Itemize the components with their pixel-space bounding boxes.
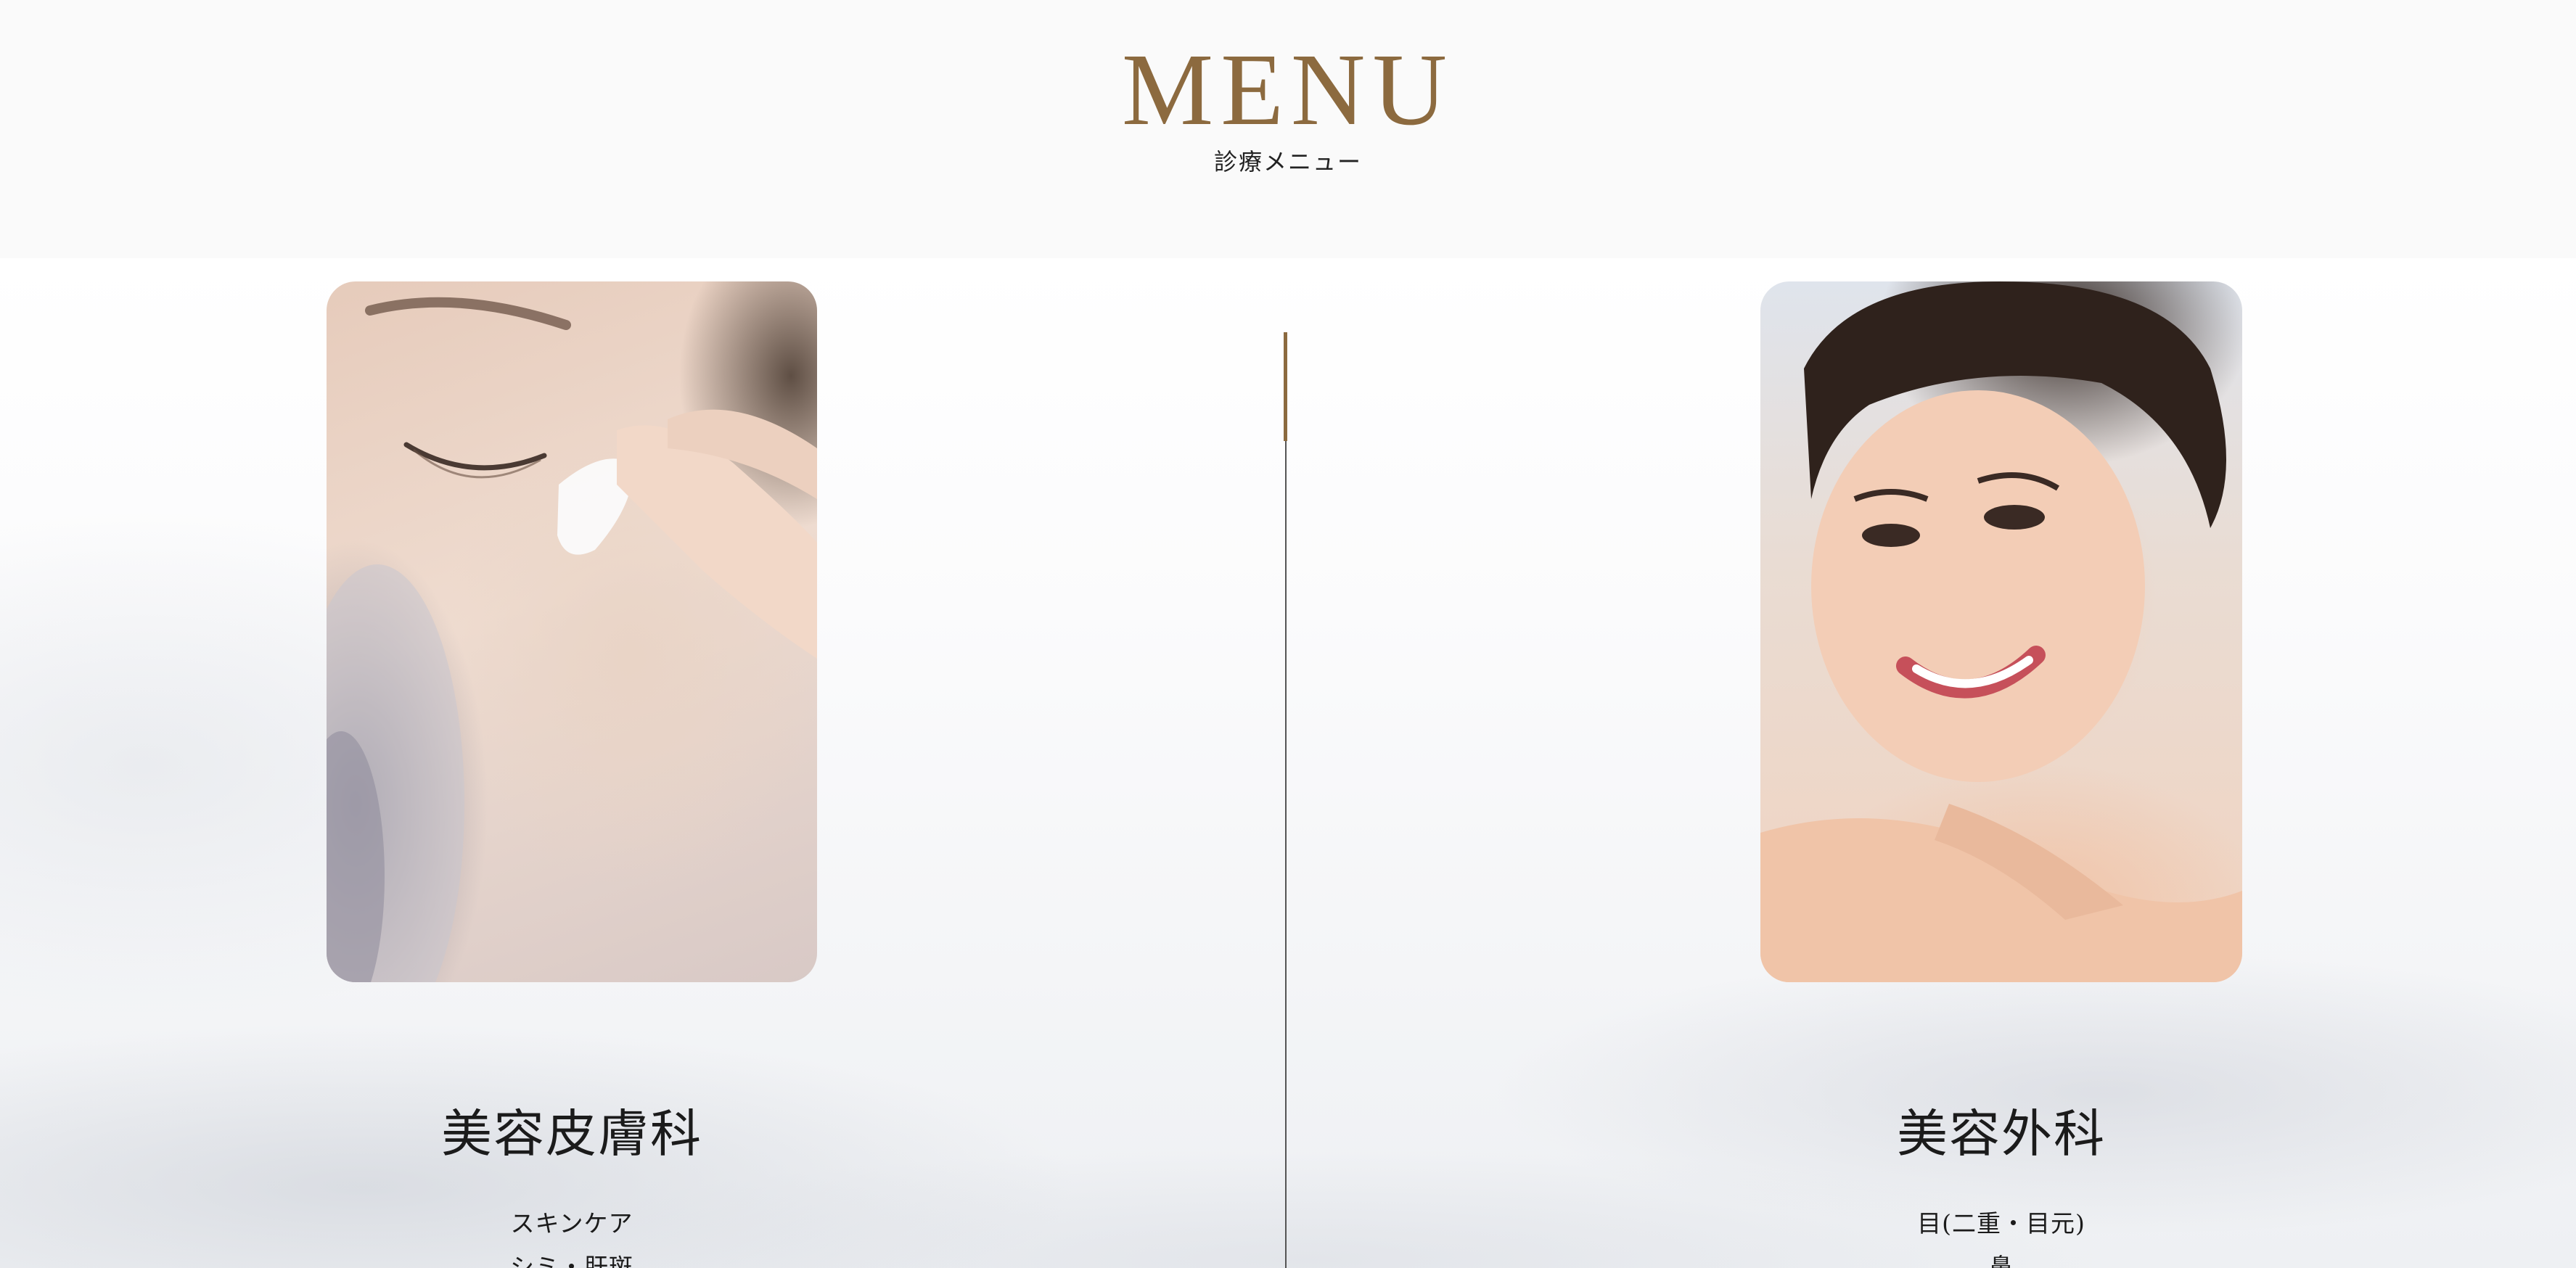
divider-accent (1284, 332, 1287, 441)
skincare-photo[interactable] (327, 281, 817, 982)
menu-item-skincare[interactable]: スキンケア (327, 1211, 817, 1235)
center-divider (1285, 332, 1287, 1268)
page: MENU 診療メニュー 美容皮膚科 スキンケア シミ・肝斑 美容外科 目(二重・… (0, 0, 2576, 1268)
smiling-woman-photo-illustration (1760, 281, 2242, 982)
menu-item-nose[interactable]: 鼻 (1760, 1255, 2242, 1268)
page-subtitle: 診療メニュー (1213, 148, 1362, 176)
page-title: MENU (1121, 32, 1455, 147)
smiling-woman-photo[interactable] (1760, 281, 2242, 982)
menu-title-surgery[interactable]: 美容外科 (1760, 1108, 2242, 1159)
menu-item-eyes[interactable]: 目(二重・目元) (1760, 1211, 2242, 1235)
skincare-photo-illustration (327, 297, 817, 982)
menu-title-dermatology[interactable]: 美容皮膚科 (327, 1108, 817, 1159)
menu-item-spots[interactable]: シミ・肝斑 (327, 1255, 817, 1268)
section-header: MENU 診療メニュー (0, 0, 2576, 258)
